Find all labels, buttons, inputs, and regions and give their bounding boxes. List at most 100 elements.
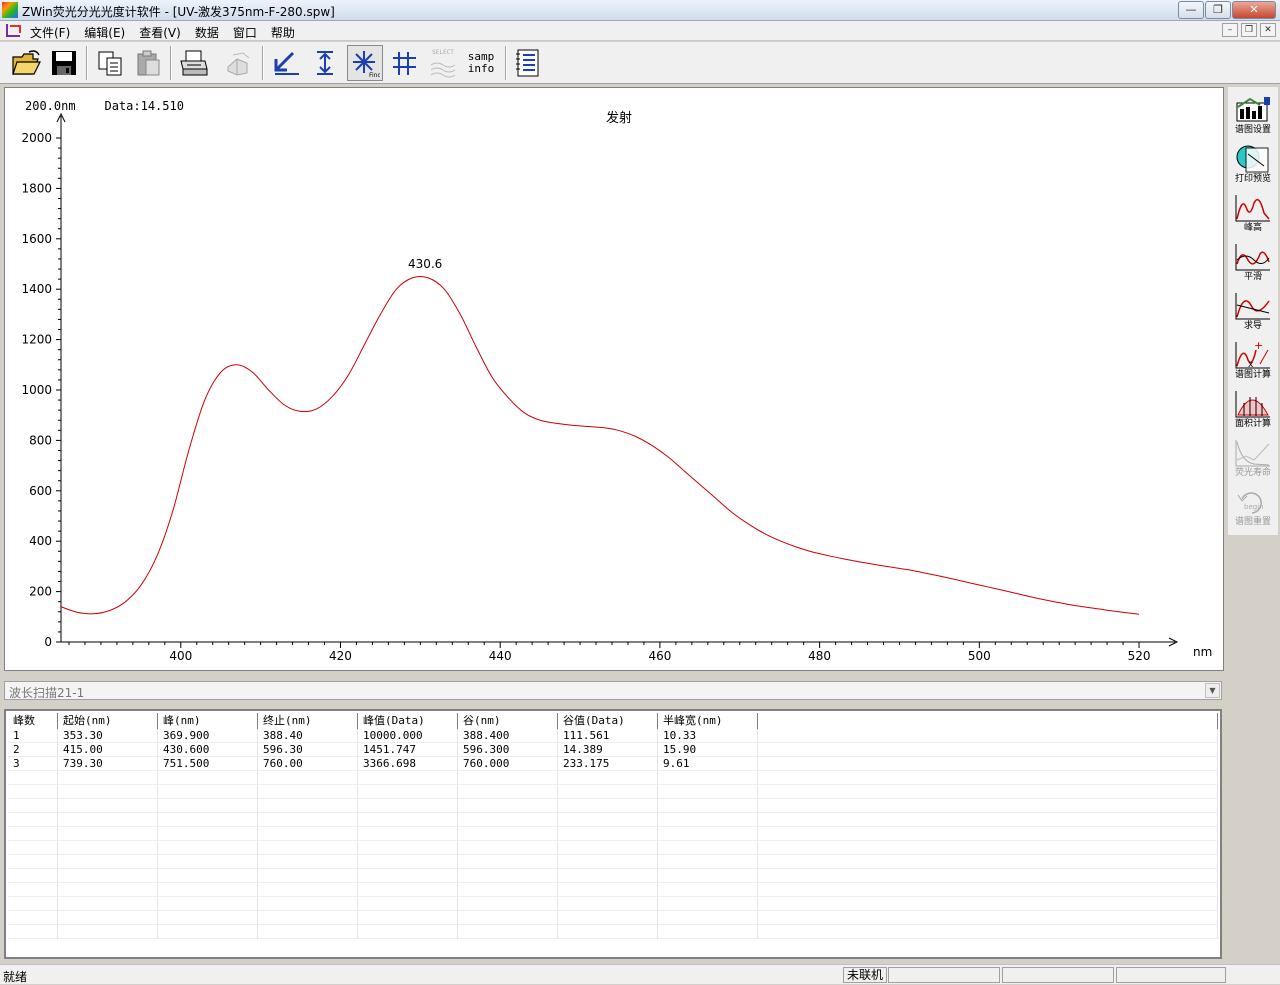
table-header-cell[interactable]: 峰数 bbox=[8, 713, 58, 729]
x-tick-label: 460 bbox=[648, 649, 671, 663]
menu-item[interactable]: 数据 bbox=[195, 24, 219, 41]
table-cell bbox=[58, 897, 158, 911]
table-cell bbox=[258, 799, 358, 813]
table-cell bbox=[158, 883, 258, 897]
spectrum-line bbox=[60, 275, 1140, 615]
table-header-cell[interactable]: 终止(nm) bbox=[258, 713, 358, 729]
right-tool-label: 平滑 bbox=[1243, 272, 1262, 282]
table-header-cell[interactable]: 谷(nm) bbox=[458, 713, 558, 729]
disabled-tool-button[interactable] bbox=[220, 45, 256, 81]
right-tool-button[interactable]: 荧光寿命 bbox=[1230, 436, 1276, 482]
table-cell bbox=[258, 813, 358, 827]
spectrum-chart-panel[interactable]: 200.0nm Data:14.510 发射 400 420 440 460 480 50… bbox=[4, 87, 1224, 671]
mdi-minimize-button[interactable]: – bbox=[1222, 23, 1238, 37]
menu-item[interactable]: 窗口 bbox=[233, 24, 257, 41]
x-tick-label: 480 bbox=[808, 649, 831, 663]
table-row[interactable]: 3 739.30 751.500 760.00 3366.698 760.000 233.1… bbox=[8, 757, 1218, 771]
mdi-restore-button[interactable]: ❐ bbox=[1241, 23, 1257, 37]
table-cell bbox=[558, 799, 658, 813]
status-cell-empty bbox=[888, 967, 1000, 983]
select-button[interactable]: SELECT bbox=[425, 45, 461, 81]
table-cell: 760.000 bbox=[458, 757, 558, 771]
right-tool-button[interactable]: 谱图设置 bbox=[1230, 93, 1276, 139]
menu-bar: 文件(F) 编辑(E) 查看(V) 数据 窗口 帮助 – ❐ ✕ bbox=[0, 21, 1280, 41]
grid-button[interactable] bbox=[386, 45, 422, 81]
find-cursor-button[interactable]: Find bbox=[347, 45, 383, 81]
spectrum-chart[interactable]: 400 420 440 460 480 500 520 0 200 400 600 800 1000 12… bbox=[5, 88, 1223, 670]
right-tool-button[interactable]: begin 谱图重置 bbox=[1230, 485, 1276, 531]
right-tool-button[interactable]: + x 谱图计算 bbox=[1230, 338, 1276, 384]
list-document-icon bbox=[516, 49, 539, 77]
table-cell bbox=[358, 799, 458, 813]
menu-item[interactable]: 帮助 bbox=[271, 24, 295, 41]
table-cell bbox=[658, 925, 758, 939]
table-cell bbox=[758, 855, 1218, 869]
sample-info-button[interactable]: samp info bbox=[463, 45, 499, 81]
table-cell: 3366.698 bbox=[358, 757, 458, 771]
menu-item[interactable]: 查看(V) bbox=[139, 24, 181, 41]
table-cell bbox=[58, 911, 158, 925]
spectrum-calc-icon: +x bbox=[1235, 340, 1270, 370]
x-tick-label: 520 bbox=[1128, 649, 1151, 663]
paste-button[interactable] bbox=[130, 45, 166, 81]
copy-button[interactable] bbox=[92, 45, 128, 81]
table-cell bbox=[758, 813, 1218, 827]
table-cell bbox=[658, 785, 758, 799]
right-tool-button[interactable]: 峰高 bbox=[1230, 191, 1276, 237]
peak-table-panel: 峰数 起始(nm) 峰(nm) 终止(nm) 峰值(Data) 谷(nm) 谷值(Data)… bbox=[4, 709, 1222, 959]
table-cell bbox=[8, 841, 58, 855]
table-cell bbox=[758, 757, 1218, 771]
table-cell bbox=[158, 855, 258, 869]
table-header-cell[interactable]: 起始(nm) bbox=[58, 713, 158, 729]
undo-zoom-button[interactable] bbox=[268, 45, 304, 81]
chevron-down-icon[interactable]: ▼ bbox=[1205, 683, 1220, 698]
table-header-cell[interactable]: 峰(nm) bbox=[158, 713, 258, 729]
table-cell: 388.40 bbox=[258, 729, 358, 743]
table-header-cell[interactable]: 峰值(Data) bbox=[358, 713, 458, 729]
status-bar: 就绪 未联机 bbox=[0, 964, 1280, 984]
table-row[interactable]: 1 353.30 369.900 388.40 10000.000 388.400 111.… bbox=[8, 729, 1218, 743]
report-button[interactable] bbox=[510, 45, 546, 81]
y-tick-label: 400 bbox=[29, 534, 52, 548]
menu-item[interactable]: 文件(F) bbox=[30, 24, 70, 41]
open-file-button[interactable] bbox=[8, 45, 44, 81]
y-tick-label: 1400 bbox=[21, 282, 52, 296]
table-cell bbox=[358, 925, 458, 939]
table-cell bbox=[558, 869, 658, 883]
right-tool-button[interactable]: 平滑 bbox=[1230, 240, 1276, 286]
table-row bbox=[8, 771, 1218, 785]
mdi-close-button[interactable]: ✕ bbox=[1260, 23, 1276, 37]
y-tick-label: 1200 bbox=[21, 333, 52, 347]
table-cell bbox=[758, 911, 1218, 925]
right-tool-label: 谱图设置 bbox=[1234, 125, 1271, 135]
table-row bbox=[8, 827, 1218, 841]
vertical-scale-button[interactable] bbox=[307, 45, 343, 81]
x-tick-label: 500 bbox=[968, 649, 991, 663]
table-cell bbox=[758, 869, 1218, 883]
svg-text:+: + bbox=[1254, 340, 1263, 352]
table-cell bbox=[458, 785, 558, 799]
minimize-button[interactable]: — bbox=[1178, 1, 1204, 19]
table-header-cell[interactable]: 谷值(Data) bbox=[558, 713, 658, 729]
menu-item[interactable]: 编辑(E) bbox=[84, 24, 125, 41]
y-tick-label: 1000 bbox=[21, 383, 52, 397]
print-button[interactable] bbox=[176, 45, 212, 81]
table-cell bbox=[158, 869, 258, 883]
right-tool-button[interactable]: 打印预览 bbox=[1230, 142, 1276, 188]
table-cell bbox=[258, 869, 358, 883]
mdi-controls: – ❐ ✕ bbox=[1222, 23, 1276, 37]
document-icon[interactable] bbox=[6, 24, 21, 37]
scan-select[interactable]: 波长扫描21-1 ▼ bbox=[4, 681, 1222, 700]
right-tool-button[interactable]: 面积计算 bbox=[1230, 387, 1276, 433]
save-button[interactable] bbox=[46, 45, 82, 81]
close-button[interactable]: ✕ bbox=[1232, 1, 1276, 19]
table-cell bbox=[558, 911, 658, 925]
table-cell bbox=[358, 897, 458, 911]
table-row[interactable]: 2 415.00 430.600 596.30 1451.747 596.300 14.38… bbox=[8, 743, 1218, 757]
maximize-button[interactable]: ❐ bbox=[1205, 1, 1231, 19]
table-header-cell[interactable]: 半峰宽(nm) bbox=[658, 713, 758, 729]
right-tool-button[interactable]: 求导 bbox=[1230, 289, 1276, 335]
table-cell bbox=[558, 827, 658, 841]
x-tick-label: 440 bbox=[489, 649, 512, 663]
table-cell bbox=[658, 827, 758, 841]
